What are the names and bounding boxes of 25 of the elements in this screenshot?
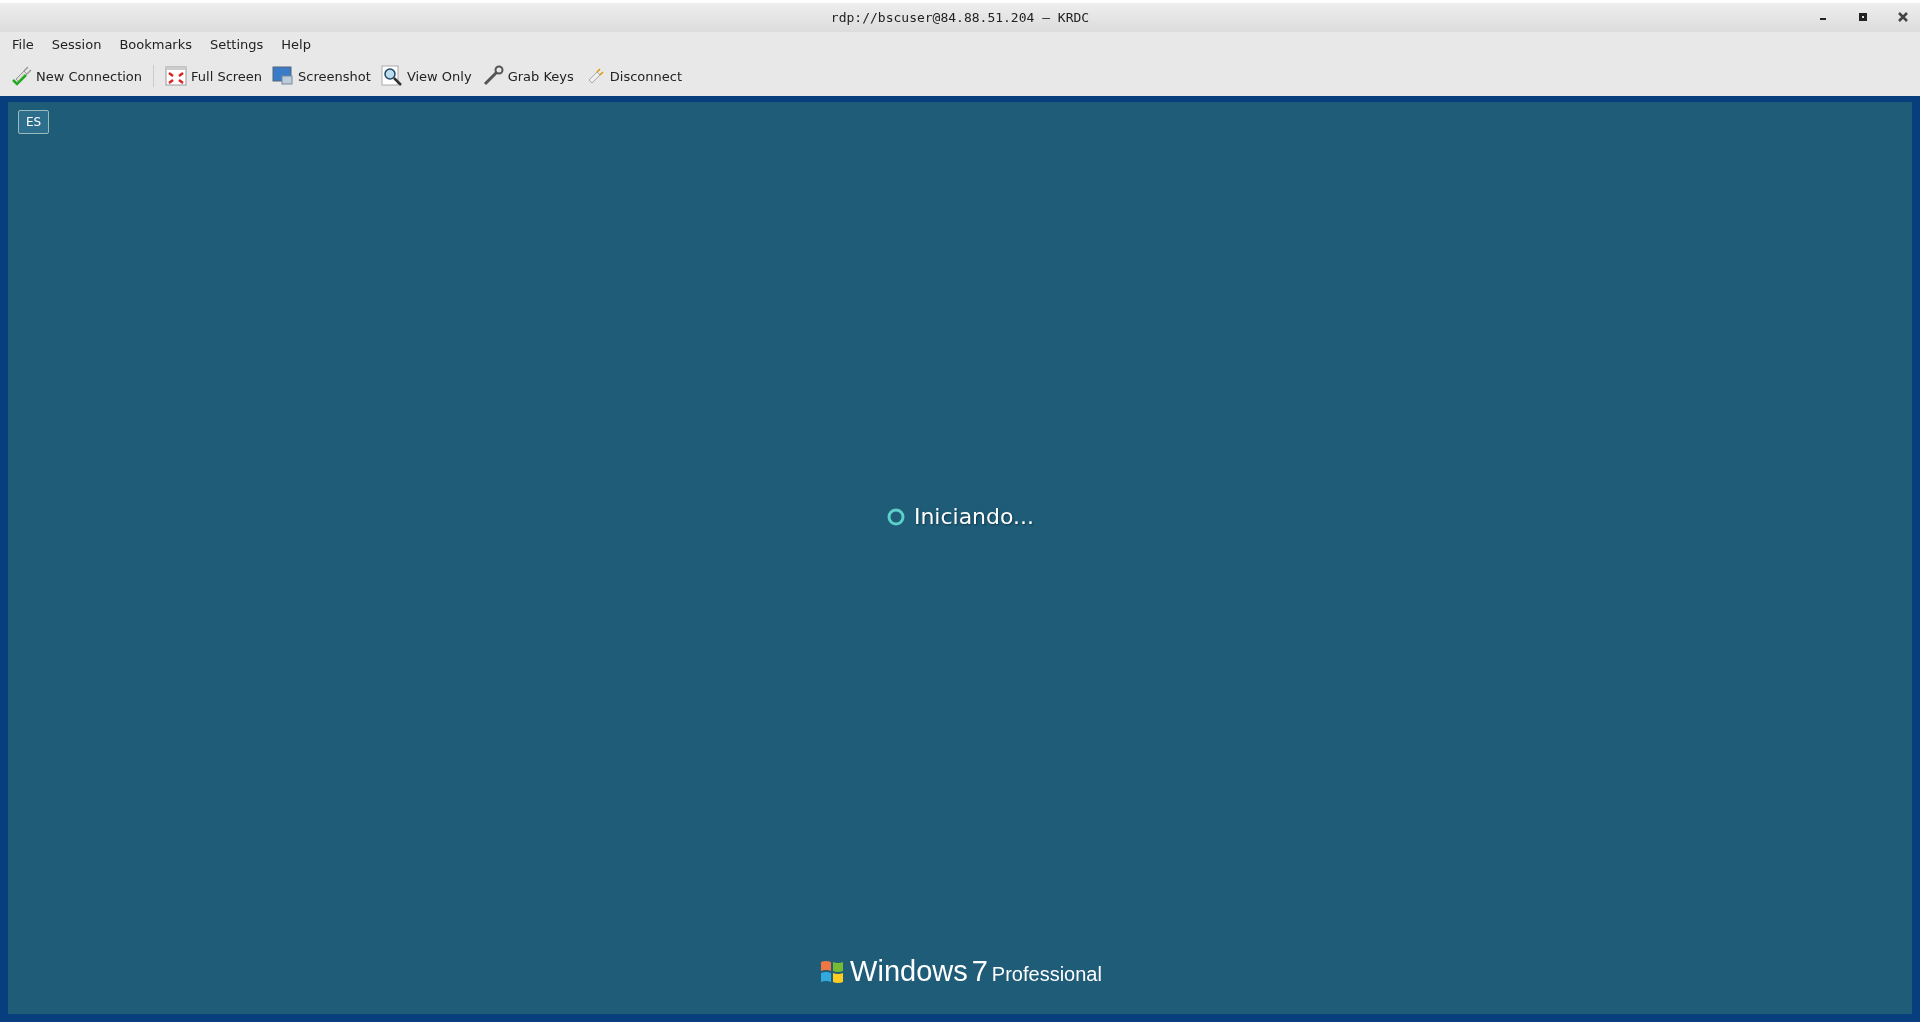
toolbar-button[interactable]: Disconnect [579,63,686,89]
toolbar-button[interactable]: Screenshot [268,63,375,89]
wrench-icon [481,65,504,87]
brand-name: Windows [850,955,968,988]
window-title: rdp://bscuser@84.88.51.204 – KRDC [830,10,1090,25]
menu-item[interactable]: Bookmarks [119,36,192,52]
toolbar-button[interactable]: New Connection [6,63,147,89]
language-indicator[interactable]: ES [18,110,50,134]
screenshot-icon [272,65,295,87]
toolbar-button[interactable]: Grab Keys [477,63,578,89]
fullscreen-icon [165,65,188,87]
plug-check-icon [10,65,32,87]
menu-item[interactable]: Help [281,36,311,52]
magnifier-icon [380,65,403,87]
version-number: 7 [971,955,988,988]
status-text: Iniciando... [913,504,1035,529]
spinner-icon [885,506,906,527]
edition-name: Professional [991,963,1102,986]
maximize-icon[interactable] [1858,12,1868,22]
menu-item[interactable]: File [12,36,34,52]
menu-item[interactable]: Session [51,36,102,52]
toolbar-button[interactable]: View Only [376,63,476,89]
toolbar-button[interactable]: Full Screen [161,63,267,89]
menu-item[interactable]: Settings [210,36,264,52]
close-icon[interactable] [1898,12,1908,22]
